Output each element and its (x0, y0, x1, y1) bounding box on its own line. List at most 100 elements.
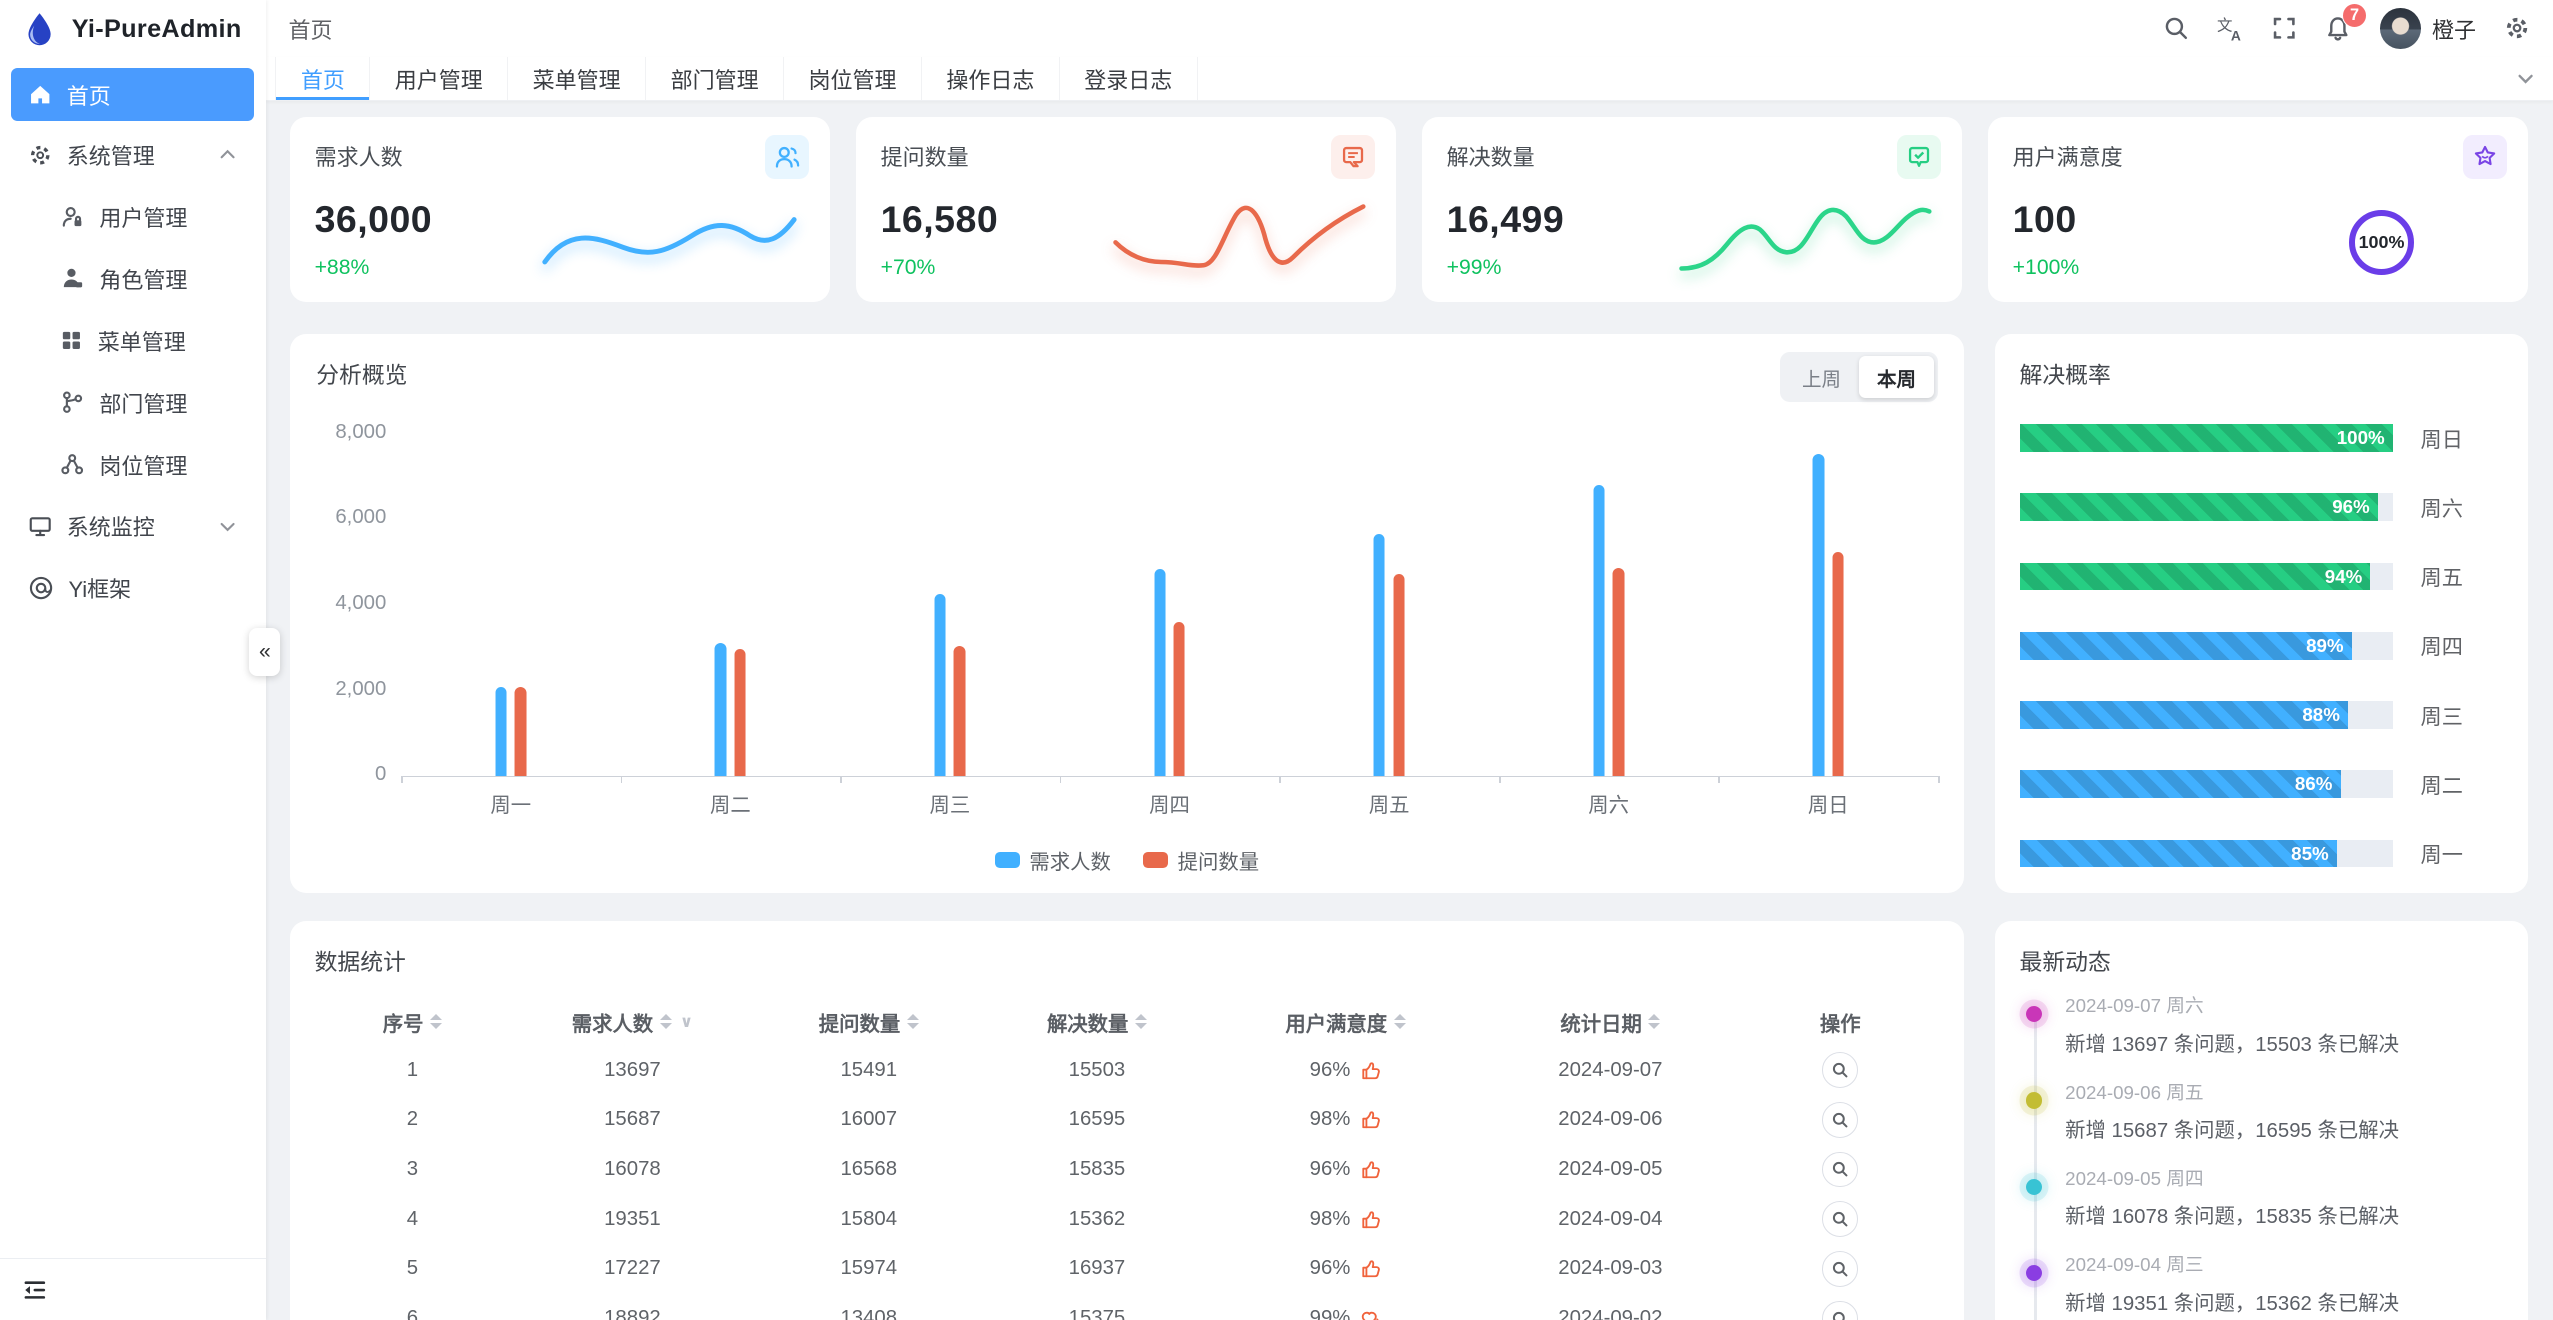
solve-rate-row: 89% 周四 (2020, 632, 2504, 660)
timeline-dot (2026, 1006, 2042, 1022)
cell-solved: 16595 (983, 1108, 1211, 1131)
progress-track: 86% (2020, 770, 2393, 798)
sidebar-subitem-1-2[interactable]: 菜单管理 (11, 310, 254, 372)
y-axis-label: 8,000 (311, 421, 386, 444)
chat-icon (1331, 135, 1375, 179)
at-icon (28, 575, 54, 601)
cell-date: 2024-09-04 (1480, 1208, 1741, 1231)
sidebar-subitem-label: 角色管理 (99, 263, 187, 295)
progress-pct: 100% (2337, 427, 2393, 449)
cell-questions: 15491 (755, 1059, 983, 1082)
timeline-dot (2026, 1265, 2042, 1281)
bar-提问数量-周三 (954, 646, 965, 776)
progress-track: 85% (2020, 840, 2393, 868)
dept-icon (60, 390, 84, 414)
legend-item[interactable]: 提问数量 (1143, 845, 1259, 875)
tab-4[interactable]: 岗位管理 (784, 57, 922, 100)
tab-3[interactable]: 部门管理 (646, 57, 784, 100)
cell-satisfaction: 96% (1211, 1158, 1480, 1181)
timeline-item: 2024-09-07 周六 新增 13697 条问题，15503 条已解决 (2065, 991, 2504, 1056)
cell-date: 2024-09-03 (1480, 1257, 1741, 1280)
username: 橙子 (2432, 13, 2476, 45)
satisfaction-ring: 100% (2349, 210, 2414, 275)
tab-5[interactable]: 操作日志 (922, 57, 1060, 100)
tab-0[interactable]: 首页 (275, 57, 370, 100)
solve-rate-bars: 100% 周日 96% 周六 94% 周五 89% 周四 88% (2020, 424, 2504, 867)
sidebar-subitem-1-0[interactable]: 用户管理 (11, 186, 254, 248)
sidebar-subitem-1-3[interactable]: 部门管理 (11, 372, 254, 434)
search-icon[interactable] (2163, 15, 2189, 41)
notification-badge: 7 (2342, 3, 2366, 27)
sidebar-subitem-1-4[interactable]: 岗位管理 (11, 434, 254, 496)
cell-satisfaction: 96% (1211, 1257, 1480, 1280)
app-title: Yi-PureAdmin (72, 15, 242, 44)
sidebar-subitem-label: 用户管理 (99, 201, 187, 233)
row-view-button[interactable] (1822, 1152, 1858, 1188)
bar-需求人数-周日 (1813, 454, 1824, 777)
cell-questions: 16007 (755, 1108, 983, 1131)
cell-index: 4 (315, 1208, 511, 1231)
sidebar-item-3[interactable]: Yi框架 (11, 557, 254, 619)
sidebar-group-1[interactable]: 系统管理 (11, 124, 254, 186)
timeline-date: 2024-09-05 周四 (2065, 1164, 2504, 1191)
tab-6[interactable]: 登录日志 (1060, 57, 1198, 100)
row-view-button[interactable] (1822, 1301, 1858, 1320)
bar-提问数量-周六 (1613, 568, 1624, 777)
row-view-button[interactable] (1822, 1201, 1858, 1237)
tab-1[interactable]: 用户管理 (370, 57, 508, 100)
progress-track: 96% (2020, 493, 2393, 521)
fullscreen-icon[interactable] (2272, 16, 2296, 40)
cell-questions: 13408 (755, 1307, 983, 1320)
gear-icon (28, 143, 52, 167)
table-header-2[interactable]: 提问数量 (755, 1007, 983, 1037)
translate-icon[interactable]: 文A (2217, 15, 2245, 43)
table-row: 3 16078 16568 15835 96% 2024-09-05 (315, 1145, 1940, 1195)
table-header-0[interactable]: 序号 (315, 1007, 511, 1037)
progress-fill: 96% (2020, 493, 2378, 521)
legend-item[interactable]: 需求人数 (995, 845, 1111, 875)
table-header-5[interactable]: 统计日期 (1480, 1007, 1741, 1037)
settings-gear-icon[interactable] (2504, 15, 2530, 41)
tabs-chevron-down-icon[interactable] (2499, 57, 2553, 100)
table-header-row: 序号需求人数∨提问数量解决数量用户满意度统计日期操作 (315, 998, 1940, 1045)
content: 需求人数 36,000 +88% 提问数量 16,580 +70% 解决数量 1… (266, 101, 2553, 1320)
latest-activity-card: 最新动态 2024-09-07 周六 新增 13697 条问题，15503 条已… (1995, 921, 2528, 1320)
progress-pct: 96% (2332, 496, 2378, 518)
table-header-6: 操作 (1741, 1007, 1940, 1037)
logo[interactable]: Yi-PureAdmin (0, 0, 266, 59)
menu-fold-icon[interactable] (21, 1277, 47, 1303)
row-view-button[interactable] (1822, 1251, 1858, 1287)
bell-icon[interactable]: 7 (2324, 15, 2352, 43)
cell-demand: 17227 (510, 1257, 755, 1280)
timeline-text: 新增 15687 条问题，16595 条已解决 (2065, 1113, 2504, 1143)
analysis-overview-card: 分析概览 上周本周 8,0006,0004,0002,0000周一周二周三周四周… (290, 334, 1964, 893)
row-view-button[interactable] (1822, 1102, 1858, 1138)
table-header-3[interactable]: 解决数量 (983, 1007, 1211, 1037)
range-button-1[interactable]: 本周 (1859, 356, 1934, 398)
timeline-item: 2024-09-04 周三 新增 19351 条问题，15362 条已解决 (2065, 1250, 2504, 1315)
user-menu[interactable]: 橙子 (2380, 8, 2476, 49)
sidebar-item-label: 首页 (67, 79, 111, 111)
bar-提问数量-周二 (734, 649, 745, 776)
progress-fill: 88% (2020, 701, 2348, 729)
solve-rate-title: 解决概率 (2020, 357, 2504, 390)
stat-card-value: 100 (2013, 198, 2504, 241)
y-axis-label: 4,000 (311, 592, 386, 615)
post-icon (60, 452, 84, 476)
bar-提问数量-周一 (515, 687, 526, 777)
table-row: 1 13697 15491 15503 96% 2024-09-07 (315, 1045, 1940, 1095)
table-header-1[interactable]: 需求人数∨ (510, 1007, 755, 1037)
monitor-icon (28, 514, 52, 538)
range-button-0[interactable]: 上周 (1784, 356, 1859, 398)
cell-date: 2024-09-05 (1480, 1158, 1741, 1181)
row-view-button[interactable] (1822, 1052, 1858, 1088)
sidebar-subitem-1-1[interactable]: 角色管理 (11, 248, 254, 310)
progress-fill: 89% (2020, 632, 2352, 660)
sidebar-bottom-bar (0, 1258, 266, 1320)
sidebar-collapse-handle[interactable]: « (249, 628, 280, 677)
tab-2[interactable]: 菜单管理 (508, 57, 646, 100)
table-header-4[interactable]: 用户满意度 (1211, 1007, 1480, 1037)
sidebar-item-0[interactable]: 首页 (11, 68, 254, 120)
sidebar-group-2[interactable]: 系统监控 (11, 495, 254, 557)
timeline-text: 新增 16078 条问题，15835 条已解决 (2065, 1199, 2504, 1229)
